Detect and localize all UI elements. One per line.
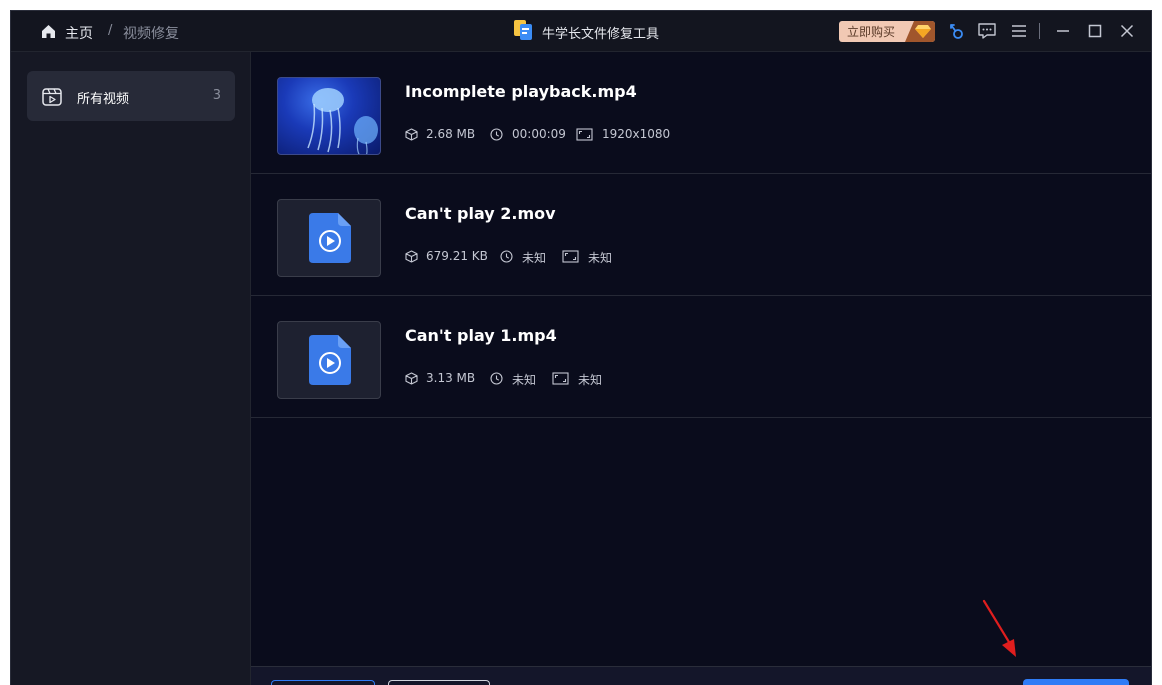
size-icon — [405, 372, 418, 385]
footer-button-secondary[interactable] — [388, 680, 490, 685]
menu-icon[interactable] — [1009, 21, 1029, 41]
video-file-icon — [309, 213, 351, 263]
sidebar-item-count: 3 — [212, 88, 221, 103]
file-resolution: 未知 — [588, 251, 613, 265]
file-size: 679.21 KB — [426, 249, 488, 263]
resolution-icon — [576, 128, 593, 141]
video-thumbnail — [277, 321, 381, 399]
buy-now-label: 立即购买 — [847, 25, 896, 39]
clock-icon — [490, 372, 503, 385]
clock-icon — [500, 250, 513, 263]
home-icon[interactable] — [40, 23, 57, 40]
file-size: 2.68 MB — [426, 127, 476, 141]
titlebar-divider — [1039, 23, 1040, 39]
app-window: 主页 / 视频修复 牛学长文件修复工具 立即购买 所有视频 3 Incomple… — [11, 11, 1151, 685]
file-duration: 00:00:09 — [512, 127, 566, 141]
file-resolution: 未知 — [578, 373, 603, 387]
file-name: Incomplete playback.mp4 — [405, 82, 637, 101]
title-bar: 主页 / 视频修复 牛学长文件修复工具 立即购买 — [11, 11, 1151, 52]
size-icon — [405, 128, 418, 141]
video-file-icon — [309, 335, 351, 385]
repair-button[interactable] — [1023, 679, 1129, 685]
sidebar-item-all-videos[interactable]: 所有视频 3 — [27, 71, 235, 121]
buy-now-button[interactable]: 立即购买 — [839, 21, 935, 42]
video-list: Incomplete playback.mp4 2.68 MB 00:00:09… — [251, 52, 1151, 666]
video-thumbnail — [277, 77, 381, 155]
video-thumbnail — [277, 199, 381, 277]
breadcrumb-current: 视频修复 — [123, 26, 179, 42]
video-row[interactable]: Can't play 2.mov 679.21 KB 未知 未知 — [251, 174, 1151, 296]
key-icon[interactable] — [946, 21, 966, 41]
video-library-icon — [42, 88, 62, 106]
video-row[interactable]: Incomplete playback.mp4 2.68 MB 00:00:09… — [251, 52, 1151, 174]
resolution-icon — [562, 250, 579, 263]
app-title: 牛学长文件修复工具 — [542, 27, 660, 42]
file-name: Can't play 2.mov — [405, 204, 556, 223]
file-size: 3.13 MB — [426, 371, 476, 385]
annotation-arrow-icon — [982, 599, 1016, 657]
footer-bar — [251, 666, 1151, 685]
minimize-icon[interactable] — [1053, 21, 1073, 41]
close-icon[interactable] — [1117, 21, 1137, 41]
diamond-icon — [915, 25, 931, 38]
file-duration: 未知 — [522, 251, 547, 265]
breadcrumb-home[interactable]: 主页 — [65, 23, 93, 43]
video-row[interactable]: Can't play 1.mp4 3.13 MB 未知 未知 — [251, 296, 1151, 418]
clock-icon — [490, 128, 503, 141]
file-name: Can't play 1.mp4 — [405, 326, 557, 345]
app-logo-icon — [514, 20, 532, 40]
feedback-icon[interactable] — [977, 21, 997, 41]
file-duration: 未知 — [512, 373, 537, 387]
sidebar: 所有视频 3 — [11, 52, 251, 685]
footer-button-primary-outline[interactable] — [271, 680, 375, 685]
maximize-icon[interactable] — [1085, 21, 1105, 41]
size-icon — [405, 250, 418, 263]
breadcrumb-separator: / — [108, 23, 113, 38]
file-resolution: 1920x1080 — [602, 127, 671, 141]
resolution-icon — [552, 372, 569, 385]
sidebar-item-label: 所有视频 — [77, 92, 130, 107]
jellyfish-image — [307, 88, 378, 154]
